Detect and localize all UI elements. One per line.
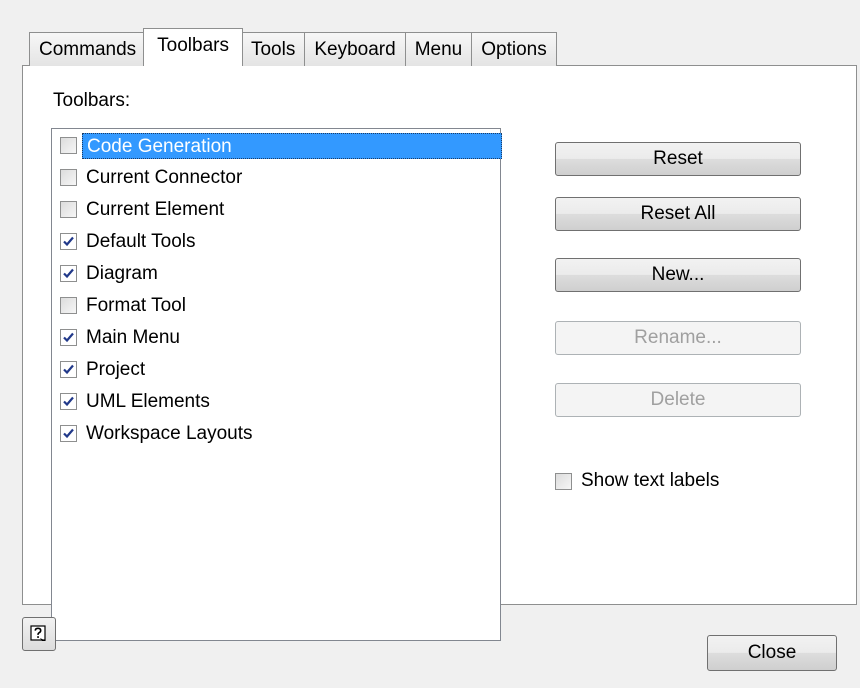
- list-item[interactable]: Workspace Layouts: [56, 419, 257, 448]
- toolbars-list[interactable]: Code Generation Current Connector Current …: [51, 128, 502, 641]
- checkbox-checked[interactable]: [60, 265, 77, 282]
- delete-button[interactable]: Delete: [555, 383, 801, 417]
- help-icon: [30, 625, 46, 641]
- list-item-label: Diagram: [86, 262, 158, 284]
- tab-toolbars[interactable]: Toolbars: [143, 28, 243, 68]
- list-item[interactable]: Main Menu: [56, 323, 184, 352]
- checkbox-checked[interactable]: [60, 393, 77, 410]
- tab-label: Tools: [250, 38, 296, 60]
- tab-menu[interactable]: Menu: [404, 32, 473, 66]
- checkmark-icon: [63, 332, 74, 343]
- help-button[interactable]: [22, 617, 56, 651]
- list-item-label: Default Tools: [86, 230, 196, 252]
- checkmark-icon: [63, 364, 74, 375]
- list-item-label: UML Elements: [86, 390, 210, 412]
- show-text-labels-option[interactable]: Show text labels: [555, 470, 719, 492]
- list-item[interactable]: Diagram: [56, 259, 162, 288]
- tab-label: Commands: [39, 38, 137, 60]
- tab-label: Keyboard: [314, 38, 396, 60]
- list-item[interactable]: Code Generation: [56, 131, 502, 160]
- tab-label: Options: [481, 38, 547, 60]
- checkbox-unchecked[interactable]: [60, 169, 77, 186]
- tab-commands[interactable]: Commands: [29, 32, 147, 66]
- tab-strip: Commands Toolbars Tools Keyboard Menu Op…: [29, 28, 557, 68]
- list-item-label: Code Generation: [82, 132, 502, 159]
- new-button[interactable]: New...: [555, 258, 801, 292]
- checkmark-icon: [63, 428, 74, 439]
- checkbox-checked[interactable]: [60, 233, 77, 250]
- tab-options[interactable]: Options: [471, 32, 557, 66]
- tab-tools[interactable]: Tools: [240, 32, 306, 66]
- checkbox-unchecked[interactable]: [60, 201, 77, 218]
- close-button[interactable]: Close: [707, 635, 837, 671]
- checkbox-checked[interactable]: [60, 425, 77, 442]
- toolbars-list-label: Toolbars:: [53, 90, 131, 111]
- checkmark-icon: [63, 396, 74, 407]
- reset-all-button[interactable]: Reset All: [555, 197, 801, 231]
- list-item-label: Project: [86, 358, 146, 380]
- checkbox-unchecked[interactable]: [60, 137, 77, 154]
- show-text-labels-label: Show text labels: [581, 470, 720, 491]
- checkbox-unchecked[interactable]: [60, 297, 77, 314]
- list-item-label: Format Tool: [86, 294, 186, 316]
- checkbox-checked[interactable]: [60, 329, 77, 346]
- tab-label: Menu: [414, 38, 463, 60]
- list-item-label: Current Connector: [86, 166, 243, 188]
- tab-label: Toolbars: [157, 35, 229, 56]
- toolbars-panel: Toolbars: Code Generation Current Connect…: [22, 65, 857, 641]
- checkbox-checked[interactable]: [60, 361, 77, 378]
- checkmark-icon: [63, 236, 74, 247]
- list-item[interactable]: Current Element: [56, 195, 228, 224]
- reset-button[interactable]: Reset: [555, 142, 801, 176]
- show-text-labels-checkbox[interactable]: [555, 472, 572, 490]
- list-item-label: Current Element: [86, 198, 225, 220]
- list-item-label: Main Menu: [86, 326, 180, 348]
- list-item[interactable]: Current Connector: [56, 163, 246, 192]
- list-item[interactable]: Default Tools: [56, 227, 200, 256]
- rename-button[interactable]: Rename...: [555, 321, 801, 355]
- list-item[interactable]: Format Tool: [56, 291, 190, 320]
- checkmark-icon: [63, 268, 74, 279]
- list-item-label: Workspace Layouts: [86, 422, 253, 444]
- list-item[interactable]: UML Elements: [56, 387, 214, 416]
- list-item[interactable]: Project: [56, 355, 149, 384]
- tab-keyboard[interactable]: Keyboard: [304, 32, 406, 66]
